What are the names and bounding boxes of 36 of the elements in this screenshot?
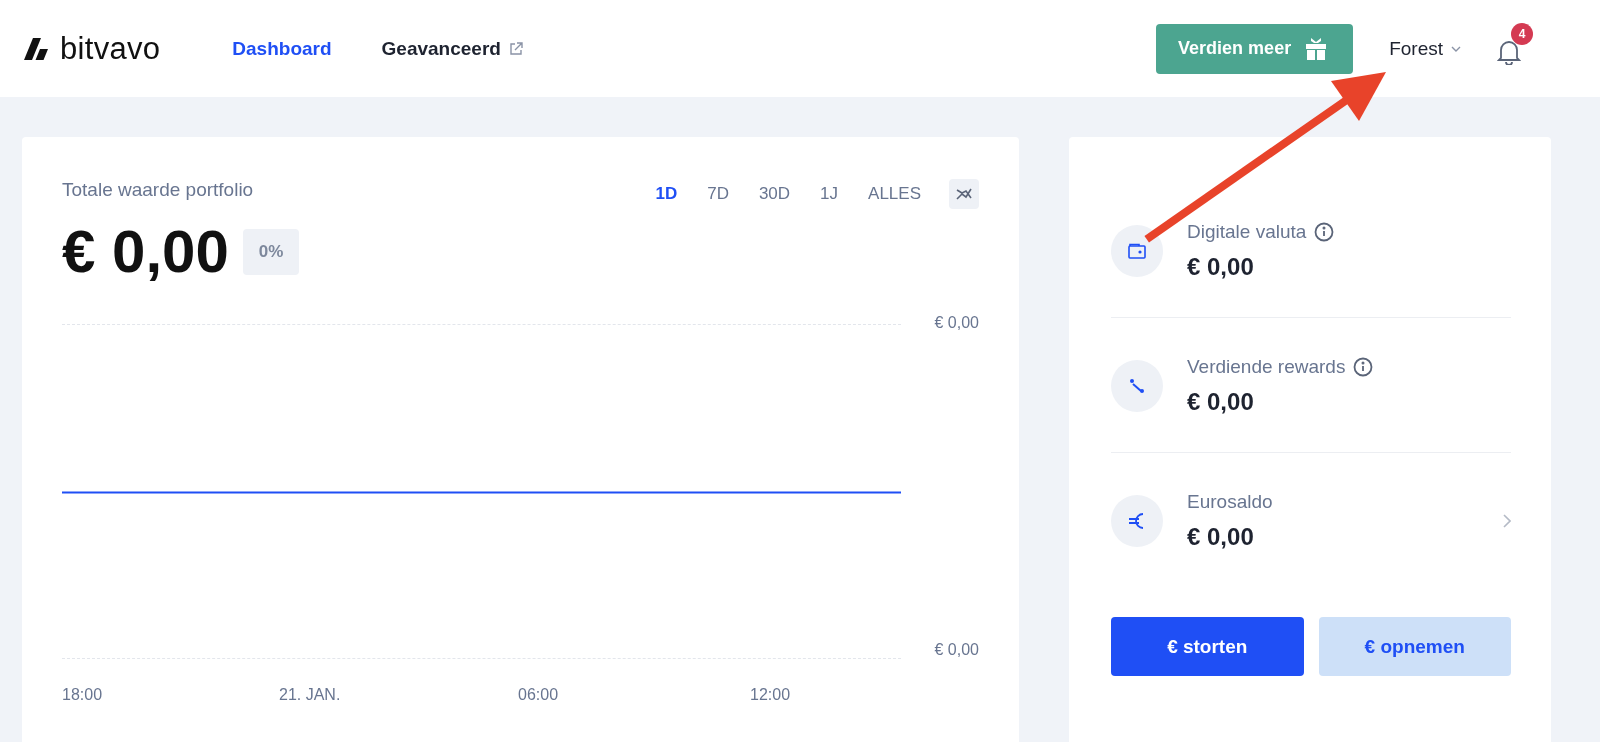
nav-link[interactable]: Geavanceerd <box>381 37 523 60</box>
bell-icon[interactable] <box>1497 38 1521 65</box>
balance-value: € 0,00 <box>1187 388 1255 416</box>
deposit-button[interactable]: € storten <box>1111 617 1304 676</box>
withdraw-button[interactable]: € opnemen <box>1318 617 1511 676</box>
balance-label: Eurosaldo <box>1187 491 1273 513</box>
user-menu[interactable]: Forest <box>1383 36 1467 61</box>
logo[interactable]: bitvavo <box>24 30 161 67</box>
line-chart-icon <box>956 187 972 201</box>
portfolio-value: € 0,00 <box>62 217 229 286</box>
wallet-icon <box>1127 241 1147 261</box>
x-axis-label: 06:00 <box>518 686 559 703</box>
logo-wordmark: bitvavo <box>60 30 161 67</box>
balance-value: € 0,00 <box>1187 523 1255 551</box>
range-tab[interactable]: 1D <box>655 184 678 204</box>
range-tab[interactable]: ALLES <box>868 184 921 204</box>
y-axis-label: € 0,00 <box>934 641 979 659</box>
y-axis-label: € 0,00 <box>934 314 979 332</box>
nav-link[interactable]: Dashboard <box>232 37 332 60</box>
range-tab[interactable]: 30D <box>758 184 791 204</box>
change-percentage: 0% <box>242 228 300 275</box>
x-axis-label: 12:00 <box>750 686 791 703</box>
balance-value: € 0,00 <box>1187 253 1255 281</box>
gift-icon <box>1305 36 1328 61</box>
notification-badge: 4 <box>1511 22 1533 45</box>
info-icon[interactable] <box>1353 357 1374 377</box>
x-axis-label: 18:00 <box>62 686 103 703</box>
portfolio-title: Totale waarde portfolio <box>62 179 254 201</box>
balance-label: Verdiende rewards <box>1187 356 1346 378</box>
x-axis-label: 21. JAN. <box>279 686 341 703</box>
chevron-down-icon <box>1451 45 1461 52</box>
range-tab[interactable]: 7D <box>707 184 729 204</box>
balance-label: Digitale valuta <box>1187 221 1307 243</box>
chart-toggle-button[interactable] <box>949 179 979 209</box>
info-icon[interactable] <box>1314 222 1335 242</box>
range-tab[interactable]: 1J <box>820 184 839 204</box>
